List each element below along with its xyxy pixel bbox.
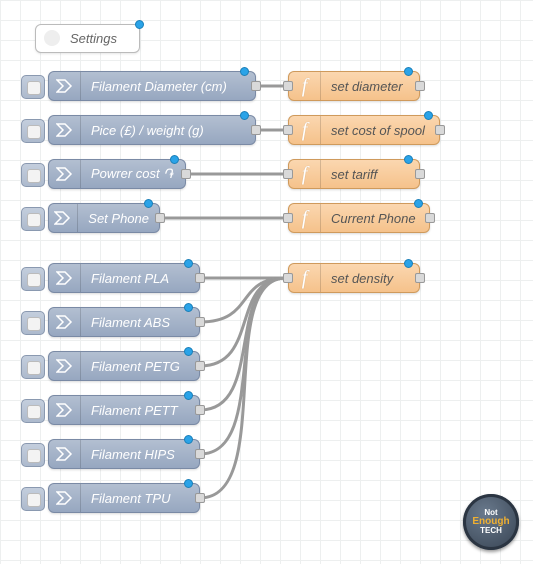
function-f-icon: f [289, 72, 321, 100]
node-label: set tariff [321, 167, 387, 182]
enable-button[interactable] [21, 163, 45, 187]
output-port[interactable] [425, 213, 435, 223]
node-label: Filament TPU [81, 491, 180, 506]
output-port[interactable] [415, 81, 425, 91]
node-label: set cost of spool [321, 123, 435, 138]
input-set-phone[interactable]: Set Phone [48, 203, 160, 233]
output-port[interactable] [195, 361, 205, 371]
input-port[interactable] [283, 213, 293, 223]
function-set-density[interactable]: f set density [288, 263, 420, 293]
node-label: Filament PLA [81, 271, 179, 286]
output-port[interactable] [251, 81, 261, 91]
node-label: set diameter [321, 79, 413, 94]
enable-button[interactable] [21, 355, 45, 379]
input-port[interactable] [283, 273, 293, 283]
status-dot [240, 67, 249, 76]
input-filament-pla[interactable]: Filament PLA [48, 263, 200, 293]
input-arrow-icon [49, 72, 81, 100]
node-label: Filament ABS [81, 315, 180, 330]
output-port[interactable] [195, 405, 205, 415]
logo-line3: TECH [480, 526, 502, 535]
status-dot [414, 199, 423, 208]
comment-label: Settings [70, 31, 117, 46]
input-power-cost[interactable]: Powrer cost ֏ [48, 159, 186, 189]
enable-button[interactable] [21, 311, 45, 335]
input-filament-tpu[interactable]: Filament TPU [48, 483, 200, 513]
function-f-icon: f [289, 264, 321, 292]
function-set-cost-of-spool[interactable]: f set cost of spool [288, 115, 440, 145]
status-dot [404, 67, 413, 76]
input-filament-pett[interactable]: Filament PETT [48, 395, 200, 425]
enable-button[interactable] [21, 487, 45, 511]
node-label: set density [321, 271, 403, 286]
node-label: Set Phone [78, 211, 159, 226]
enable-button[interactable] [21, 75, 45, 99]
status-dot [184, 391, 193, 400]
status-dot [240, 111, 249, 120]
status-dot [404, 155, 413, 164]
status-dot [184, 303, 193, 312]
node-label: Filament HIPS [81, 447, 185, 462]
input-arrow-icon [49, 264, 81, 292]
output-port[interactable] [415, 273, 425, 283]
status-dot [184, 347, 193, 356]
enable-button[interactable] [21, 267, 45, 291]
output-port[interactable] [435, 125, 445, 135]
input-arrow-icon [49, 396, 81, 424]
status-dot [170, 155, 179, 164]
enable-button[interactable] [21, 399, 45, 423]
output-port[interactable] [195, 273, 205, 283]
node-label: Filament PETT [81, 403, 188, 418]
node-label: Current Phone [321, 211, 426, 226]
input-price-weight[interactable]: Pice (£) / weight (g) [48, 115, 256, 145]
input-arrow-icon [49, 440, 81, 468]
input-filament-petg[interactable]: Filament PETG [48, 351, 200, 381]
status-dot [404, 259, 413, 268]
input-filament-abs[interactable]: Filament ABS [48, 307, 200, 337]
input-port[interactable] [283, 81, 293, 91]
output-port[interactable] [415, 169, 425, 179]
function-f-icon: f [289, 116, 321, 144]
input-filament-diameter[interactable]: Filament Diameter (cm) [48, 71, 256, 101]
enable-button[interactable] [21, 119, 45, 143]
node-label: Filament PETG [81, 359, 190, 374]
status-dot [184, 435, 193, 444]
input-filament-hips[interactable]: Filament HIPS [48, 439, 200, 469]
input-arrow-icon [49, 204, 78, 232]
output-port[interactable] [195, 493, 205, 503]
enable-button[interactable] [21, 443, 45, 467]
input-arrow-icon [49, 116, 81, 144]
logo-notenoughtech: Not Enough TECH [463, 494, 519, 550]
output-port[interactable] [155, 213, 165, 223]
node-label: Pice (£) / weight (g) [81, 123, 214, 138]
function-f-icon: f [289, 204, 321, 232]
function-f-icon: f [289, 160, 321, 188]
input-arrow-icon [49, 352, 81, 380]
enable-button[interactable] [21, 207, 45, 231]
output-port[interactable] [251, 125, 261, 135]
status-dot [135, 20, 144, 29]
output-port[interactable] [195, 449, 205, 459]
output-port[interactable] [181, 169, 191, 179]
function-current-phone[interactable]: f Current Phone [288, 203, 430, 233]
input-arrow-icon [49, 308, 81, 336]
node-label: Powrer cost ֏ [81, 166, 183, 182]
function-set-diameter[interactable]: f set diameter [288, 71, 420, 101]
status-dot [424, 111, 433, 120]
node-label: Filament Diameter (cm) [81, 79, 237, 94]
input-arrow-icon [49, 484, 81, 512]
comment-icon [44, 30, 60, 46]
status-dot [144, 199, 153, 208]
status-dot [184, 259, 193, 268]
input-arrow-icon [49, 160, 81, 188]
function-set-tariff[interactable]: f set tariff [288, 159, 420, 189]
output-port[interactable] [195, 317, 205, 327]
comment-settings[interactable]: Settings [35, 24, 140, 53]
input-port[interactable] [283, 169, 293, 179]
input-port[interactable] [283, 125, 293, 135]
status-dot [184, 479, 193, 488]
